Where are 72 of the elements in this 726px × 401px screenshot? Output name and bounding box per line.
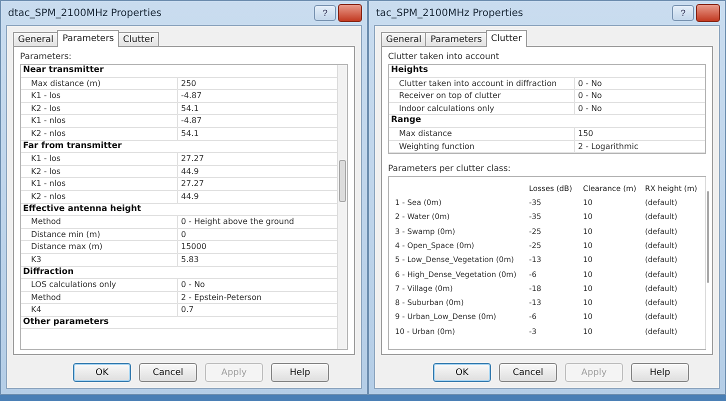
property-name: LOS calculations only xyxy=(21,279,178,291)
property-value[interactable]: 54.1 xyxy=(178,102,199,114)
property-name: K2 - los xyxy=(21,166,178,178)
dialog-button[interactable]: Help xyxy=(631,363,689,382)
dialog-button[interactable]: OK xyxy=(433,363,491,382)
tab[interactable]: General xyxy=(381,32,426,46)
tab[interactable]: Clutter xyxy=(486,30,527,47)
tab[interactable]: Parameters xyxy=(425,32,487,46)
close-button[interactable] xyxy=(696,4,720,22)
property-name: K1 - nlos xyxy=(21,115,178,127)
group-heading: Range xyxy=(391,115,422,127)
property-value[interactable]: 0 - No xyxy=(178,279,205,291)
property-name: Max distance (m) xyxy=(21,78,178,90)
property-value[interactable]: 15000 xyxy=(178,241,206,253)
help-button[interactable]: ? xyxy=(672,5,694,21)
property-name: K1 - nlos xyxy=(21,178,178,190)
window-title: tac_SPM_2100MHz Properties xyxy=(375,8,524,18)
property-name: Max distance xyxy=(389,128,575,140)
property-name: Weighting function xyxy=(389,140,575,152)
property-name: Receiver on top of clutter xyxy=(389,90,575,102)
group-heading: Effective antenna height xyxy=(23,204,142,216)
property-name: K3 xyxy=(21,254,178,266)
property-name: K1 - los xyxy=(21,153,178,165)
property-value[interactable]: 0 - No xyxy=(575,102,602,114)
property-name: Indoor calculations only xyxy=(389,102,575,114)
property-value[interactable]: 0 - No xyxy=(575,90,602,102)
close-button[interactable] xyxy=(338,4,362,22)
property-value[interactable]: 0 xyxy=(178,228,186,240)
tab[interactable]: Clutter xyxy=(118,32,159,46)
group-heading: Heights xyxy=(391,65,428,77)
property-value[interactable]: 2 - Epstein-Peterson xyxy=(178,292,262,304)
section-label: Parameters per clutter class: xyxy=(388,164,512,174)
property-value[interactable]: 44.9 xyxy=(178,166,199,178)
help-button[interactable]: ? xyxy=(314,5,336,21)
dialog-button[interactable]: OK xyxy=(73,363,131,382)
group-heading: Far from transmitter xyxy=(23,140,122,152)
property-name: K2 - nlos xyxy=(21,190,178,203)
property-name: Distance min (m) xyxy=(21,228,178,240)
property-value[interactable]: 27.27 xyxy=(178,153,204,165)
property-name: Distance max (m) xyxy=(21,241,178,253)
section-label: Clutter taken into account xyxy=(388,52,500,62)
property-name: Clutter taken into account in diffraction xyxy=(389,78,575,90)
property-value[interactable]: 5.83 xyxy=(178,254,199,266)
dialog-button[interactable]: Cancel xyxy=(499,363,557,382)
property-name: K1 - los xyxy=(21,90,178,102)
group-heading: Near transmitter xyxy=(23,65,104,77)
property-name: K4 xyxy=(21,304,178,316)
window-title: dtac_SPM_2100MHz Properties xyxy=(7,8,162,18)
property-value[interactable]: -4.87 xyxy=(178,115,202,127)
property-value[interactable]: 54.1 xyxy=(178,128,199,140)
property-value[interactable]: 250 xyxy=(178,78,196,90)
property-name: K2 - los xyxy=(21,102,178,114)
property-name: Method xyxy=(21,216,178,228)
property-value[interactable]: 150 xyxy=(575,128,594,140)
tab[interactable]: General xyxy=(13,32,58,46)
property-value[interactable]: 0 - Height above the ground xyxy=(178,216,294,228)
dialog-button[interactable]: Cancel xyxy=(139,363,197,382)
property-value[interactable]: 44.9 xyxy=(178,190,199,203)
scrollbar[interactable] xyxy=(705,177,706,349)
property-value[interactable]: 0.7 xyxy=(178,304,194,316)
section-label: Parameters: xyxy=(20,52,73,62)
property-value[interactable]: 0 - No xyxy=(575,78,602,90)
property-value[interactable]: 2 - Logarithmic xyxy=(575,140,638,152)
property-name: Method xyxy=(21,292,178,304)
property-name: K2 - nlos xyxy=(21,128,178,140)
dialog-button[interactable]: Help xyxy=(271,363,329,382)
tab[interactable]: Parameters xyxy=(57,30,119,47)
group-heading: Other parameters xyxy=(23,316,109,328)
property-value[interactable]: 27.27 xyxy=(178,178,204,190)
group-heading: Diffraction xyxy=(23,266,74,278)
scrollbar[interactable] xyxy=(337,65,347,349)
property-value[interactable]: -4.87 xyxy=(178,90,202,102)
